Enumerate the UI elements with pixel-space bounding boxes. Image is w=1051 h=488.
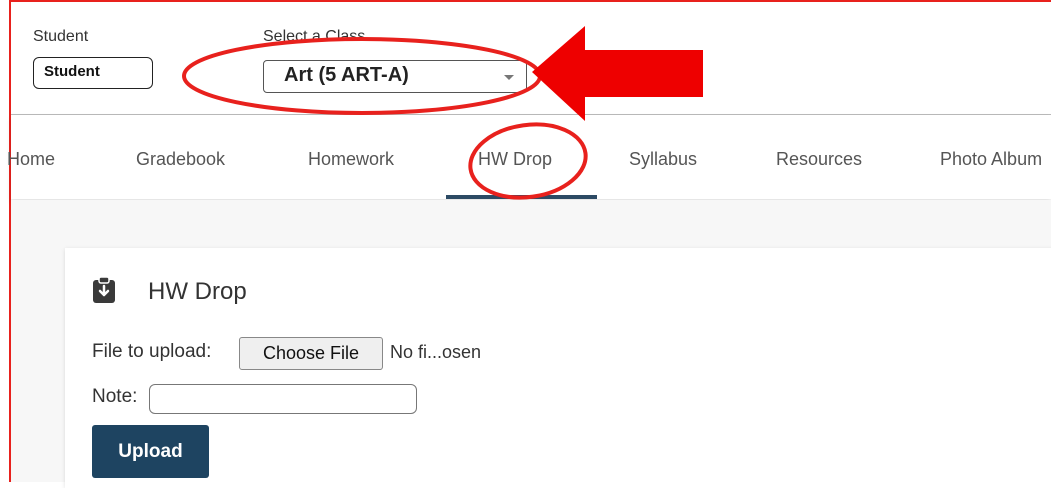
- file-upload-label: File to upload:: [92, 341, 212, 362]
- choose-file-button[interactable]: Choose File: [239, 337, 383, 370]
- student-selector[interactable]: Student: [33, 57, 153, 89]
- clipboard-download-icon: [93, 276, 115, 303]
- header: Student Student Select a Class Art (5 AR…: [11, 2, 1051, 114]
- tab-resources[interactable]: Resources: [776, 149, 862, 170]
- tab-photo-album[interactable]: Photo Album: [940, 149, 1042, 170]
- tab-home[interactable]: Home: [7, 149, 55, 170]
- card-title: HW Drop: [148, 278, 247, 305]
- chevron-down-icon: [504, 75, 514, 80]
- tab-hw-drop[interactable]: HW Drop: [478, 149, 552, 170]
- class-select[interactable]: Art (5 ART-A): [263, 60, 527, 93]
- file-status: No fi...osen: [390, 342, 482, 362]
- student-label: Student: [33, 28, 89, 45]
- tab-syllabus[interactable]: Syllabus: [629, 149, 697, 170]
- tab-homework[interactable]: Homework: [308, 149, 394, 170]
- upload-button[interactable]: Upload: [92, 425, 209, 478]
- note-input[interactable]: [149, 384, 417, 414]
- note-label: Note:: [92, 386, 138, 407]
- select-class-label: Select a Class: [263, 28, 366, 45]
- tab-gradebook[interactable]: Gradebook: [136, 149, 225, 170]
- active-tab-indicator: [446, 195, 597, 199]
- class-nav: Home Gradebook Homework HW Drop Syllabus…: [7, 115, 1051, 199]
- class-select-value: Art (5 ART-A): [284, 64, 409, 86]
